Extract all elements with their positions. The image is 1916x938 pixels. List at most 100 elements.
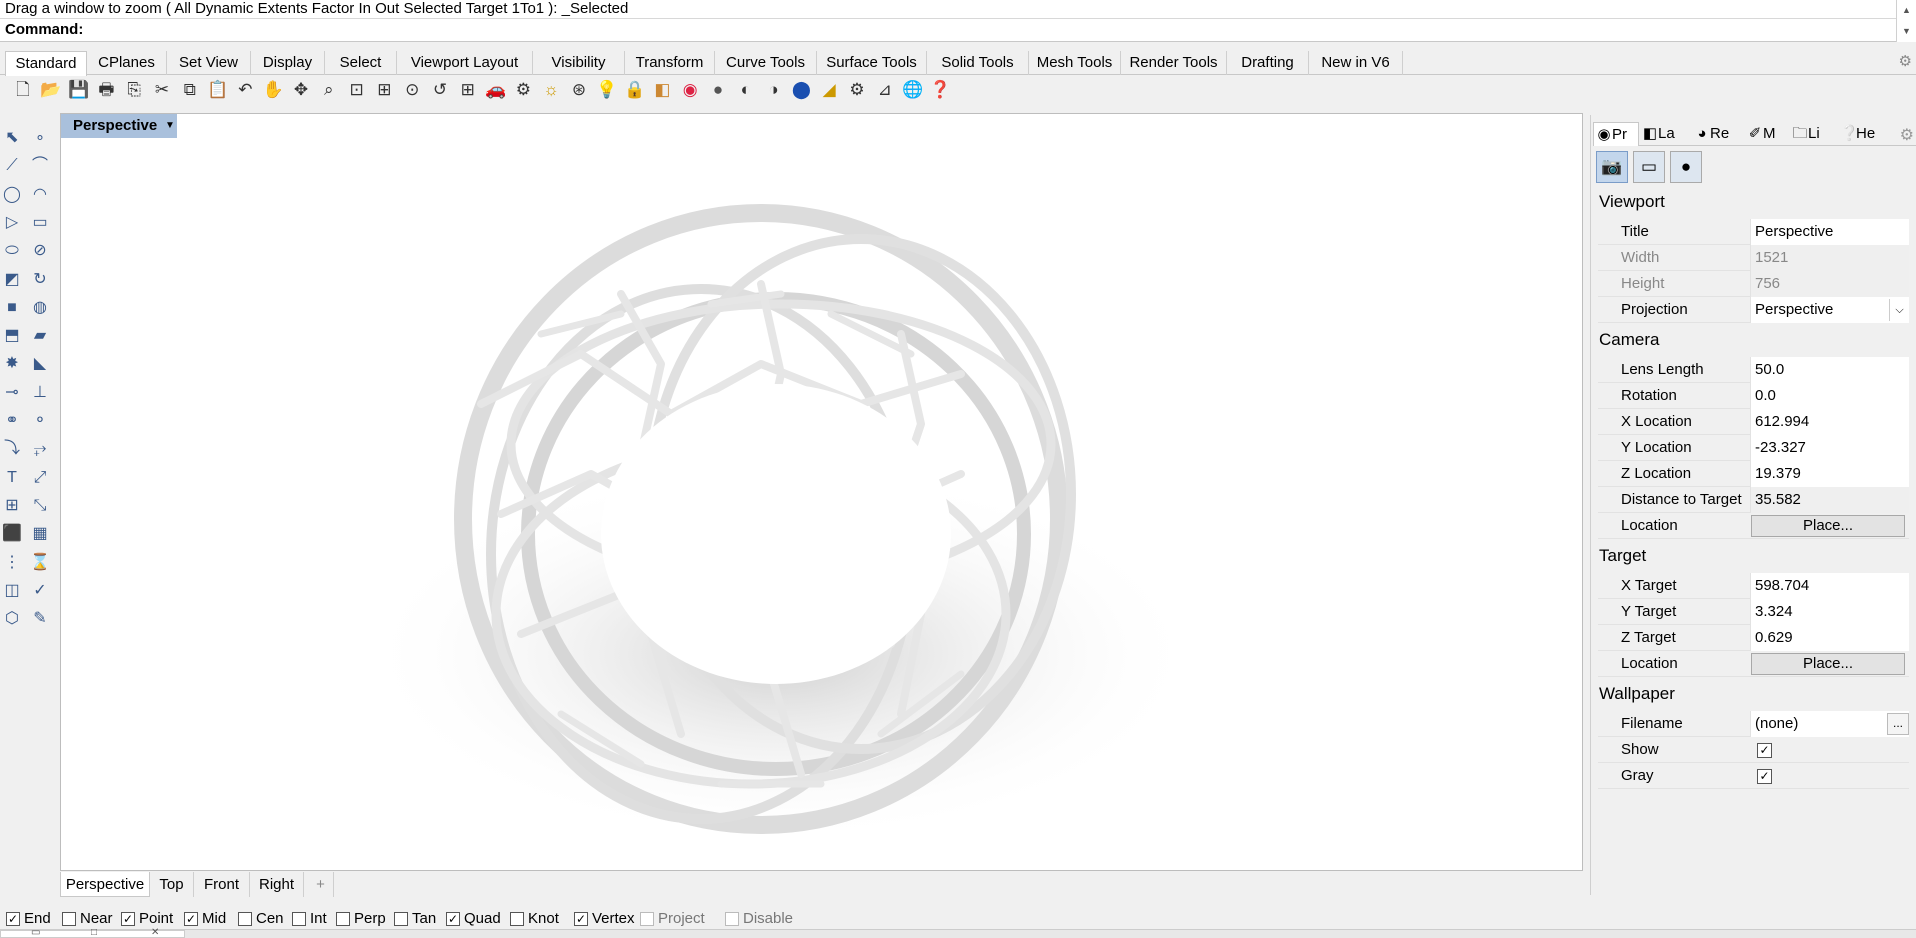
osnap-tan-checkbox[interactable] bbox=[394, 912, 408, 926]
render-mesh-icon[interactable]: ⬡ bbox=[0, 606, 24, 632]
check-icon[interactable]: ✓ bbox=[28, 578, 52, 604]
ribbon-tab-standard[interactable]: Standard bbox=[5, 51, 87, 76]
curve-offset-icon[interactable]: ⤵ bbox=[0, 436, 24, 462]
history-icon[interactable]: ⌛ bbox=[28, 550, 52, 576]
panel-tab-li[interactable]: 🗀Li bbox=[1790, 122, 1837, 146]
hatch-icon[interactable]: ▦ bbox=[28, 521, 52, 547]
revolve-icon[interactable]: ↻ bbox=[28, 267, 52, 293]
polyline-icon[interactable]: ⟋ bbox=[0, 153, 24, 179]
render-icon[interactable]: ◑ bbox=[763, 78, 785, 102]
globe-icon[interactable]: 🌐 bbox=[902, 78, 924, 102]
scroll-up-icon[interactable]: ▲ bbox=[1897, 0, 1916, 21]
osnap-project[interactable]: Project bbox=[640, 908, 705, 930]
copy-icon[interactable]: ⧉ bbox=[179, 78, 201, 102]
minimize-icon[interactable]: ▭ bbox=[31, 927, 40, 938]
open-icon[interactable]: 📂 bbox=[40, 78, 62, 102]
polygon-icon[interactable]: ▷ bbox=[0, 210, 24, 236]
circle-icon[interactable]: ◯ bbox=[0, 182, 24, 208]
four-viewports-icon[interactable]: ⊞ bbox=[457, 78, 479, 102]
title-field[interactable]: Perspective bbox=[1750, 219, 1909, 245]
osnap-end[interactable]: ✓ End bbox=[6, 908, 51, 930]
analyze-icon[interactable]: ◫ bbox=[0, 578, 24, 604]
join-icon[interactable]: ⊸ bbox=[0, 380, 24, 406]
ribbon-tab-cplanes[interactable]: CPlanes bbox=[87, 51, 167, 75]
x-location-field[interactable]: 612.994 bbox=[1750, 409, 1909, 435]
osnap-disable[interactable]: Disable bbox=[725, 908, 793, 930]
layer-icon[interactable]: ◧ bbox=[651, 78, 673, 102]
scroll-down-icon[interactable]: ▼ bbox=[1897, 21, 1916, 42]
render-preview-icon[interactable]: ◐ bbox=[735, 78, 757, 102]
command-line[interactable]: Command: bbox=[0, 19, 1916, 42]
point-icon[interactable]: ∘ bbox=[28, 125, 52, 151]
osnap-vertex-checkbox[interactable]: ✓ bbox=[574, 912, 588, 926]
ellipse-icon[interactable]: ⬭ bbox=[0, 238, 24, 264]
osnap-point[interactable]: ✓ Point bbox=[121, 908, 173, 930]
z-location-field[interactable]: 19.379 bbox=[1750, 461, 1909, 487]
ribbon-tab-mesh-tools[interactable]: Mesh Tools bbox=[1029, 51, 1121, 75]
toolbar-settings-gear-icon[interactable]: ⚙ bbox=[1899, 52, 1912, 70]
fillet-icon[interactable]: ◣ bbox=[28, 351, 52, 377]
save-icon[interactable]: 💾 bbox=[68, 78, 90, 102]
ribbon-tab-solid-tools[interactable]: Solid Tools bbox=[927, 51, 1029, 75]
bulb-icon[interactable]: 💡 bbox=[596, 78, 618, 102]
analysis-icon[interactable]: ⊿ bbox=[874, 78, 896, 102]
gray-checkbox[interactable]: ✓ bbox=[1757, 769, 1772, 784]
osnap-knot[interactable]: Knot bbox=[510, 908, 559, 930]
osnap-perp[interactable]: Perp bbox=[336, 908, 386, 930]
pan-icon[interactable]: ✋ bbox=[262, 78, 284, 102]
osnap-quad[interactable]: ✓ Quad bbox=[446, 908, 501, 930]
surface-icon[interactable]: ◩ bbox=[0, 267, 24, 293]
panel-tab-he[interactable]: ❔He bbox=[1838, 122, 1898, 146]
distance-to-target-field[interactable]: 35.582 bbox=[1750, 487, 1909, 513]
viewport-tab-perspective[interactable]: Perspective bbox=[60, 872, 150, 897]
osnap-mid[interactable]: ✓ Mid bbox=[184, 908, 226, 930]
boolean-icon[interactable]: ◍ bbox=[28, 295, 52, 321]
ribbon-tab-surface-tools[interactable]: Surface Tools bbox=[817, 51, 927, 75]
osnap-near-checkbox[interactable] bbox=[62, 912, 76, 926]
osnap-quad-checkbox[interactable]: ✓ bbox=[446, 912, 460, 926]
box-icon[interactable]: ■ bbox=[0, 295, 24, 321]
offset-icon[interactable]: ⊘ bbox=[28, 238, 52, 264]
import-icon[interactable]: ⎘ bbox=[123, 78, 145, 102]
arc-icon[interactable]: ◠ bbox=[28, 182, 52, 208]
target-place-button[interactable]: Place... bbox=[1751, 653, 1905, 675]
osnap-disable-checkbox[interactable] bbox=[725, 912, 739, 926]
osnap-int[interactable]: Int bbox=[292, 908, 327, 930]
paint-icon[interactable]: ✎ bbox=[28, 606, 52, 632]
plane-icon[interactable]: ▰ bbox=[28, 323, 52, 349]
options-icon[interactable]: ⚙ bbox=[512, 78, 534, 102]
new-icon[interactable]: 🗋 bbox=[12, 78, 34, 102]
sphere-group-icon[interactable]: ⚬ bbox=[28, 408, 52, 434]
camera-icon[interactable]: 📷 bbox=[1596, 151, 1628, 183]
osnap-int-checkbox[interactable] bbox=[292, 912, 306, 926]
zoom-extents-icon[interactable]: ⊞ bbox=[373, 78, 395, 102]
text-icon[interactable]: T bbox=[0, 465, 24, 491]
panel-tab-re[interactable]: ◕ Re bbox=[1692, 122, 1744, 146]
y-location-field[interactable]: -23.327 bbox=[1750, 435, 1909, 461]
ribbon-tab-select[interactable]: Select bbox=[325, 51, 397, 75]
ribbon-tab-curve-tools[interactable]: Curve Tools bbox=[715, 51, 817, 75]
viewport-tab-top[interactable]: Top bbox=[150, 872, 194, 897]
rectangle-icon[interactable]: ▭ bbox=[28, 210, 52, 236]
group-icon[interactable]: ⚭ bbox=[0, 408, 24, 434]
print-icon[interactable]: 🖶 bbox=[95, 78, 117, 102]
close-icon[interactable]: ✕ bbox=[151, 927, 159, 938]
maximize-icon[interactable]: □ bbox=[91, 927, 97, 938]
osnap-vertex[interactable]: ✓ Vertex bbox=[574, 908, 635, 930]
ribbon-tab-render-tools[interactable]: Render Tools bbox=[1121, 51, 1227, 75]
browse-button[interactable]: ... bbox=[1887, 713, 1909, 735]
zoom-window-icon[interactable]: ⊡ bbox=[346, 78, 368, 102]
osnap-project-checkbox[interactable] bbox=[640, 912, 654, 926]
help-icon[interactable]: ❓ bbox=[929, 78, 951, 102]
material-ball-icon[interactable]: ● bbox=[707, 78, 729, 102]
osnap-tan[interactable]: Tan bbox=[394, 908, 436, 930]
perspective-viewport[interactable]: Perspective ▼ bbox=[60, 113, 1583, 871]
zoom-selected-icon[interactable]: ⊙ bbox=[401, 78, 423, 102]
add-viewport-tab-plus-icon[interactable]: + bbox=[308, 872, 334, 897]
sphere-icon[interactable]: ⬤ bbox=[790, 78, 812, 102]
viewport-tab-front[interactable]: Front bbox=[194, 872, 250, 897]
curve-icon[interactable]: ⌒ bbox=[28, 153, 52, 179]
chevron-down-icon[interactable]: ⌵ bbox=[1889, 299, 1909, 321]
block-icon[interactable]: ⬛ bbox=[0, 521, 24, 547]
y-target-field[interactable]: 3.324 bbox=[1750, 599, 1909, 625]
